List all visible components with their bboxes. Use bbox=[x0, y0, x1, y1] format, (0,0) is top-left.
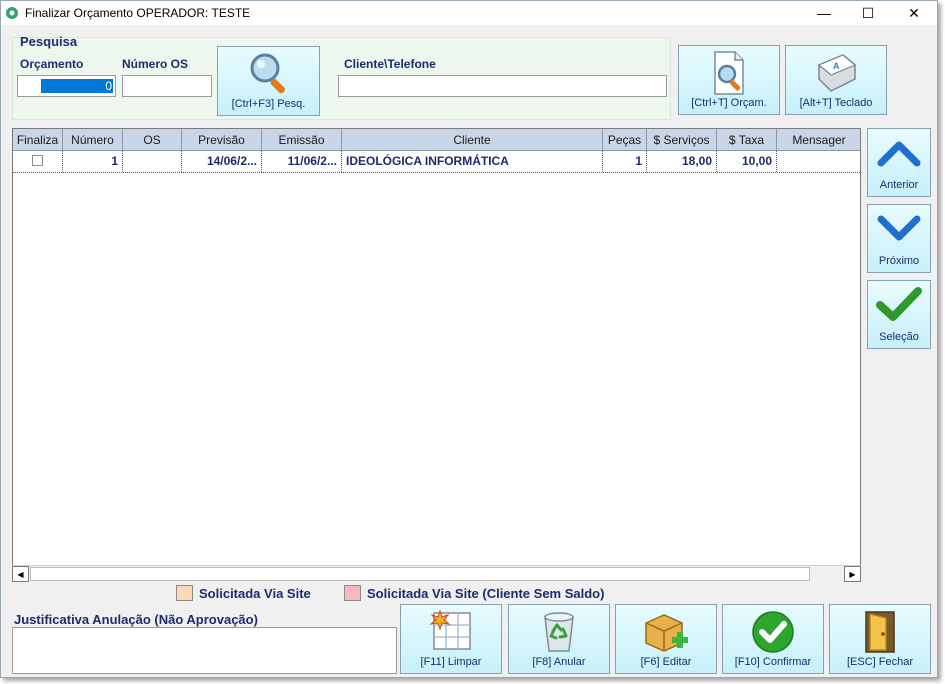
minimize-button[interactable]: — bbox=[801, 1, 847, 25]
window-title: Finalizar Orçamento OPERADOR: TESTE bbox=[25, 6, 251, 20]
legend-site-sem-saldo-label: Solicitada Via Site (Cliente Sem Saldo) bbox=[367, 586, 605, 601]
title-bar: Finalizar Orçamento OPERADOR: TESTE — ☐ … bbox=[1, 1, 937, 25]
col-pecas[interactable]: Peças bbox=[603, 129, 647, 151]
previsao-cell: 14/06/2... bbox=[182, 151, 262, 172]
horizontal-scrollbar[interactable]: ◀ ▶ bbox=[12, 565, 861, 582]
clear-grid-icon bbox=[429, 609, 471, 650]
proximo-button[interactable]: Próximo bbox=[867, 204, 931, 273]
os-cell bbox=[123, 151, 182, 172]
chevron-up-icon bbox=[877, 141, 921, 167]
fechar-label: [ESC] Fechar bbox=[846, 656, 914, 668]
search-button[interactable]: [Ctrl+F3] Pesq. bbox=[217, 46, 320, 116]
col-mensagem[interactable]: Mensager bbox=[777, 129, 860, 151]
teclado-button[interactable]: A [Alt+T] Teclado bbox=[785, 45, 887, 115]
editar-button[interactable]: [F6] Editar bbox=[615, 604, 717, 674]
legend-site-sem-saldo-swatch bbox=[344, 585, 361, 601]
cliente-cell: IDEOLÓGICA INFORMÁTICA bbox=[342, 151, 603, 172]
document-search-icon bbox=[714, 51, 744, 95]
orcam-button-label: [Ctrl+T] Orçam. bbox=[691, 97, 767, 109]
window-content: Pesquisa Orçamento 0 Número OS [Ctrl+F3]… bbox=[1, 25, 937, 677]
exit-door-icon bbox=[865, 611, 895, 653]
scroll-right-button[interactable]: ▶ bbox=[844, 566, 861, 582]
legend-site-label: Solicitada Via Site bbox=[199, 586, 311, 601]
col-previsao[interactable]: Previsão bbox=[182, 129, 262, 151]
table-row[interactable]: 1 14/06/2... 11/06/2... IDEOLÓGICA INFOR… bbox=[13, 151, 860, 173]
maximize-button[interactable]: ☐ bbox=[845, 1, 891, 25]
proximo-label: Próximo bbox=[878, 255, 920, 267]
confirm-check-icon bbox=[752, 611, 794, 653]
search-group-title: Pesquisa bbox=[20, 34, 78, 49]
checkmark-icon bbox=[876, 287, 922, 321]
numero-os-label: Número OS bbox=[122, 57, 189, 71]
close-button[interactable]: ✕ bbox=[891, 1, 937, 25]
svg-text:A: A bbox=[833, 61, 840, 71]
numero-cell: 1 bbox=[63, 151, 123, 172]
finaliza-checkbox[interactable] bbox=[32, 155, 43, 166]
limpar-button[interactable]: [F11] Limpar bbox=[400, 604, 502, 674]
fechar-button[interactable]: [ESC] Fechar bbox=[829, 604, 931, 674]
servicos-cell: 18,00 bbox=[647, 151, 717, 172]
magnifier-icon bbox=[250, 53, 285, 94]
anular-button[interactable]: [F8] Anular bbox=[508, 604, 610, 674]
limpar-label: [F11] Limpar bbox=[420, 656, 482, 668]
justificativa-label: Justificativa Anulação (Não Aprovação) bbox=[14, 612, 258, 627]
mensagem-cell bbox=[777, 151, 860, 172]
col-taxa[interactable]: $ Taxa bbox=[717, 129, 777, 151]
justificativa-textarea[interactable] bbox=[12, 627, 397, 674]
cliente-input[interactable] bbox=[338, 75, 667, 97]
col-cliente[interactable]: Cliente bbox=[342, 129, 603, 151]
scroll-left-button[interactable]: ◀ bbox=[12, 566, 29, 582]
col-emissao[interactable]: Emissão bbox=[262, 129, 342, 151]
anular-label: [F8] Anular bbox=[532, 656, 586, 668]
taxa-cell: 10,00 bbox=[717, 151, 777, 172]
table-header: Finaliza Número OS Previsão Emissão Clie… bbox=[13, 129, 860, 151]
chevron-down-icon bbox=[877, 215, 921, 241]
pecas-cell: 1 bbox=[603, 151, 647, 172]
selecao-label: Seleção bbox=[879, 331, 919, 343]
teclado-button-label: [Alt+T] Teclado bbox=[799, 97, 873, 109]
orcam-button[interactable]: [Ctrl+T] Orçam. bbox=[678, 45, 780, 115]
editar-label: [F6] Editar bbox=[640, 656, 692, 668]
search-button-label: [Ctrl+F3] Pesq. bbox=[231, 98, 306, 110]
anterior-button[interactable]: Anterior bbox=[867, 128, 931, 197]
orcamento-value: 0 bbox=[41, 79, 113, 93]
scroll-thumb[interactable] bbox=[30, 567, 810, 581]
anterior-label: Anterior bbox=[879, 179, 919, 191]
orcamentos-table[interactable]: Finaliza Número OS Previsão Emissão Clie… bbox=[12, 128, 861, 582]
keyboard-key-icon: A bbox=[817, 54, 857, 92]
col-numero[interactable]: Número bbox=[63, 129, 123, 151]
finaliza-cell bbox=[13, 151, 63, 172]
box-add-icon bbox=[645, 614, 688, 652]
orcamento-label: Orçamento bbox=[20, 57, 84, 71]
orcamento-input[interactable]: 0 bbox=[17, 75, 116, 97]
numero-os-input[interactable] bbox=[122, 75, 212, 97]
cliente-label: Cliente\Telefone bbox=[344, 57, 436, 71]
finalizar-orcamento-window: Finalizar Orçamento OPERADOR: TESTE — ☐ … bbox=[0, 0, 938, 678]
recycle-bin-icon bbox=[544, 612, 574, 652]
app-icon bbox=[6, 7, 18, 19]
selecao-button[interactable]: Seleção bbox=[867, 280, 931, 349]
confirmar-button[interactable]: [F10] Confirmar bbox=[722, 604, 824, 674]
col-finaliza[interactable]: Finaliza bbox=[13, 129, 63, 151]
legend-site-swatch bbox=[176, 585, 193, 601]
search-group: Pesquisa Orçamento 0 Número OS [Ctrl+F3]… bbox=[12, 34, 671, 120]
col-servicos[interactable]: $ Serviços bbox=[647, 129, 717, 151]
emissao-cell: 11/06/2... bbox=[262, 151, 342, 172]
confirmar-label: [F10] Confirmar bbox=[734, 656, 812, 668]
col-os[interactable]: OS bbox=[123, 129, 182, 151]
